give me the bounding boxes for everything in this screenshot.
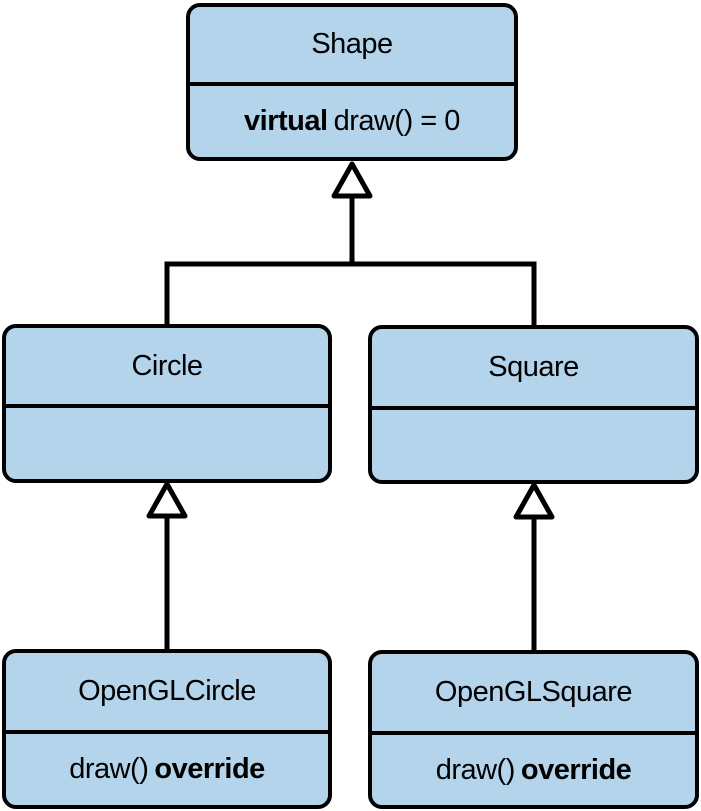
inheritance-arrowhead-square — [513, 482, 555, 520]
operation-draw: draw() — [435, 753, 516, 786]
class-operations-openglsquare: draw() override — [372, 735, 695, 805]
inheritance-line-circle-to-shape — [164, 196, 355, 328]
class-operations-openglcircle: draw() override — [6, 734, 328, 805]
operation-draw: draw() = 0 — [333, 105, 461, 137]
keyword-override: override — [520, 753, 632, 786]
inheritance-line-square-to-shape — [352, 261, 537, 328]
class-box-circle: Circle — [2, 324, 332, 483]
class-name-openglsquare: OpenGLSquare — [372, 654, 695, 735]
class-box-openglcircle: OpenGLCircle draw() override — [2, 649, 332, 809]
keyword-override: override — [154, 753, 265, 785]
inheritance-arrowhead-shape — [331, 161, 373, 199]
class-name-circle: Circle — [6, 328, 328, 408]
class-name-openglcircle: OpenGLCircle — [6, 653, 328, 734]
keyword-virtual: virtual — [244, 105, 328, 137]
class-operations-square — [372, 410, 695, 480]
class-operations-shape: virtual draw() = 0 — [190, 86, 514, 157]
class-name-square: Square — [372, 329, 695, 410]
operation-draw: draw() — [69, 753, 149, 785]
class-name-shape: Shape — [190, 7, 514, 86]
class-operations-circle — [6, 408, 328, 479]
class-box-square: Square — [368, 325, 699, 484]
class-box-openglsquare: OpenGLSquare draw() override — [368, 650, 699, 809]
inheritance-arrowhead-circle — [146, 481, 188, 519]
class-box-shape: Shape virtual draw() = 0 — [186, 3, 518, 161]
